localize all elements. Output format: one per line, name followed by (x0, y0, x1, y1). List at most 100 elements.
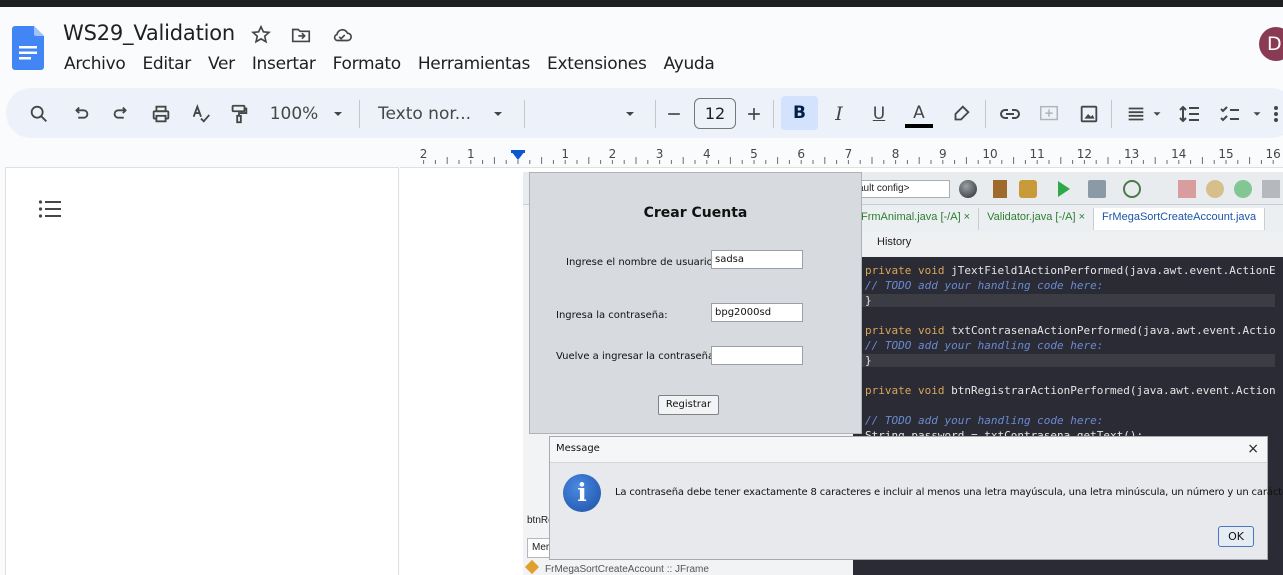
registrar-button[interactable]: Registrar (658, 395, 719, 415)
increase-font-size-icon[interactable] (744, 101, 764, 127)
jframe-icon (524, 559, 540, 575)
code-keyword: private void (865, 264, 952, 277)
code-line: } (855, 354, 1275, 367)
ruler-label: 9 (938, 147, 947, 161)
ruler-label: 12 (1076, 147, 1093, 161)
star-icon[interactable] (250, 24, 272, 46)
undo-icon[interactable] (70, 101, 92, 127)
menu-editar[interactable]: Editar (133, 54, 199, 76)
confirm-password-field[interactable] (711, 346, 803, 365)
menu-archivo[interactable]: Archivo (55, 54, 133, 76)
style-select[interactable]: Texto nor... (378, 101, 474, 127)
chevron-down-icon[interactable] (490, 101, 506, 127)
chevron-down-icon[interactable] (1250, 101, 1264, 127)
ruler-label: 15 (1218, 147, 1234, 161)
ide-build-icon[interactable] (993, 180, 1007, 198)
code-text: jTextField1ActionPerformed(java.awt.even… (951, 264, 1276, 277)
menu-herramientas[interactable]: Herramientas (409, 54, 538, 76)
password-field[interactable]: bpg2000sd (711, 303, 803, 322)
code-line: private void btnRegistrarActionPerformed… (865, 384, 1276, 397)
ruler-label: 13 (1123, 147, 1140, 161)
ide-config-select[interactable]: ault config> (853, 180, 950, 198)
code-line: } (855, 294, 1275, 307)
outline-list-icon[interactable] (38, 198, 62, 220)
align-icon[interactable] (1125, 101, 1147, 127)
text-color-button[interactable]: A (905, 101, 933, 129)
insert-image-icon[interactable] (1078, 101, 1100, 127)
ide-pause-icon[interactable] (1206, 180, 1224, 198)
toolbar-divider (655, 100, 656, 128)
info-icon: i (563, 474, 601, 512)
first-line-indent-marker[interactable] (511, 150, 525, 153)
zoom-select[interactable]: 100% (268, 101, 320, 127)
toolbar-divider (524, 100, 525, 128)
search-icon[interactable] (28, 101, 50, 127)
toolbar-divider (359, 100, 360, 128)
chevron-down-icon[interactable] (1150, 101, 1164, 127)
ide-step-icon[interactable] (1262, 180, 1280, 198)
paint-format-icon[interactable] (228, 101, 250, 127)
chevron-down-icon[interactable] (622, 101, 638, 127)
spellcheck-icon[interactable] (190, 101, 212, 127)
menu-formato[interactable]: Formato (324, 54, 409, 76)
ide-run-icon[interactable] (1058, 181, 1070, 197)
decrease-font-size-icon[interactable] (664, 101, 684, 127)
bold-button[interactable]: B (781, 96, 818, 130)
ide-target-icon[interactable] (959, 180, 977, 198)
toolbar-divider (773, 100, 774, 128)
code-line: // TODO add your handling code here: (865, 279, 1103, 292)
ide-stop-icon[interactable] (1178, 180, 1196, 198)
ruler-label: 4 (702, 147, 711, 161)
avatar[interactable]: D (1259, 27, 1283, 61)
ide-tab-frmegasort[interactable]: FrMegaSortCreateAccount.java (1094, 208, 1266, 230)
italic-button[interactable]: I (828, 101, 850, 127)
redo-icon[interactable] (110, 101, 132, 127)
ruler-label: 6 (797, 147, 806, 161)
ide-continue-icon[interactable] (1234, 180, 1252, 198)
ruler-ticks (423, 157, 1274, 164)
more-options-icon[interactable] (1270, 101, 1282, 127)
ruler-label: 10 (982, 147, 998, 161)
ide-editor-tabs: FrmAnimal.java [-/A] × Validator.java [-… (853, 208, 1266, 230)
ide-clean-build-icon[interactable] (1019, 180, 1037, 198)
username-label: Ingrese el nombre de usuario: (566, 257, 717, 268)
code-text: btnRegistrarActionPerformed(java.awt.eve… (951, 384, 1276, 397)
line-spacing-icon[interactable] (1178, 101, 1202, 127)
ruler-label: 8 (891, 147, 900, 161)
font-size-field[interactable]: 12 (694, 98, 736, 129)
add-comment-icon[interactable] (1038, 101, 1060, 127)
ide-profile-icon[interactable] (1123, 180, 1141, 198)
ruler-label: 2 (608, 147, 617, 161)
underline-button[interactable]: U (868, 101, 890, 127)
ide-history-tab[interactable]: History (877, 236, 911, 248)
menu-ver[interactable]: Ver (199, 54, 243, 76)
code-line: // TODO add your handling code here: (865, 414, 1103, 427)
google-docs-icon[interactable] (12, 26, 44, 70)
checklist-icon[interactable] (1218, 101, 1242, 127)
link-icon[interactable] (998, 101, 1022, 127)
ruler (398, 142, 1283, 167)
message-dialog: Message × i La contraseña debe tener exa… (549, 436, 1283, 560)
message-dialog-title: Message (556, 443, 600, 454)
menu-insertar[interactable]: Insertar (243, 54, 324, 76)
password-label: Ingresa la contraseña: (556, 310, 668, 321)
code-keyword: private void (865, 324, 952, 337)
ok-button[interactable]: OK (1218, 526, 1254, 547)
text-color-swatch (905, 123, 933, 128)
menu-extensiones[interactable]: Extensiones (538, 54, 654, 76)
ide-tab-validator[interactable]: Validator.java [-/A] × (979, 208, 1095, 230)
highlight-pen-icon[interactable] (950, 101, 972, 127)
chevron-down-icon[interactable] (330, 101, 346, 127)
document-title[interactable]: WS29_Validation (63, 21, 235, 45)
move-to-folder-icon[interactable] (290, 24, 312, 46)
ide-debug-icon[interactable] (1088, 180, 1106, 198)
ide-navigator-root[interactable]: FrMegaSortCreateAccount :: JFrame (524, 559, 709, 575)
username-field[interactable]: sadsa (711, 250, 803, 269)
close-icon[interactable]: × (1247, 441, 1259, 457)
menu-bar: Archivo Editar Ver Insertar Formato Herr… (55, 54, 723, 76)
ide-tab-frmanimal[interactable]: FrmAnimal.java [-/A] × (853, 208, 980, 230)
print-icon[interactable] (150, 101, 172, 127)
menu-ayuda[interactable]: Ayuda (655, 54, 723, 76)
crear-cuenta-title: Crear Cuenta (643, 205, 748, 221)
cloud-saved-icon[interactable] (331, 24, 353, 46)
